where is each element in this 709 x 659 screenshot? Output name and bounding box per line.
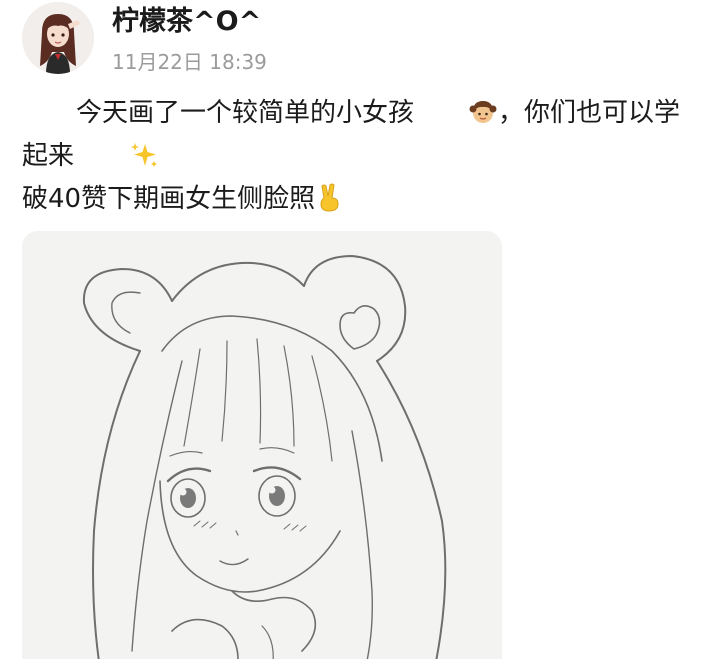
author-avatar[interactable] <box>22 2 94 74</box>
post-text-segment: 今天画了一个较简单的小女孩 <box>76 98 415 128</box>
victory-hand-emoji-icon <box>316 182 342 223</box>
post-text-segment: 破40赞下期画女生侧脸照 <box>22 184 316 214</box>
post-image[interactable] <box>22 231 502 659</box>
sparkles-emoji-icon <box>75 141 159 180</box>
author-name[interactable]: 柠檬茶^O^ <box>112 2 261 42</box>
avatar-girl-icon <box>22 2 94 74</box>
post-body: 今天画了一个较简单的小女孩 ，你们也可以学起来 破40赞下期画女生侧脸照 <box>22 94 687 223</box>
post-timestamp: 11月22日 18:39 <box>112 50 267 74</box>
girl-emoji-icon <box>415 98 497 137</box>
sketch-girl-bear-hood-icon <box>22 231 502 659</box>
post-card: 柠檬茶^O^ 11月22日 18:39 今天画了一个较简单的小女孩 ，你们也可以… <box>0 0 709 659</box>
post-line-2: 破40赞下期画女生侧脸照 <box>22 180 687 223</box>
post-line-1: 今天画了一个较简单的小女孩 ，你们也可以学起来 <box>22 94 687 180</box>
